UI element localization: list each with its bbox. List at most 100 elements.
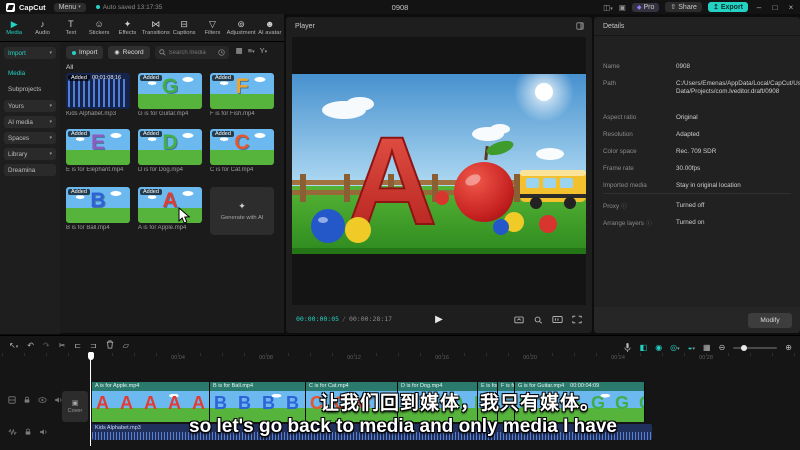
media-grid-area: Import ◉Record ▦ ≡▾ Y▾ All Added 00:01:0… <box>60 42 284 334</box>
quality-icon[interactable] <box>552 315 563 324</box>
play-button[interactable]: ▶ <box>435 314 443 325</box>
split-button[interactable]: ✂ <box>59 341 66 350</box>
sidebar-item-ai-media[interactable]: AI media ▾ <box>4 116 56 128</box>
preview-axis-toggle[interactable]: ◒▾ <box>688 343 695 352</box>
all-filter-label[interactable]: All <box>66 64 73 71</box>
detail-value-proxy[interactable]: Turned off <box>676 202 792 210</box>
detail-value-aspect-ratio[interactable]: Original <box>676 114 792 122</box>
delete-left-button[interactable]: ⊏ <box>74 341 81 350</box>
zoom-out-button[interactable]: ⊖ <box>719 343 726 352</box>
added-badge: Added <box>68 131 90 137</box>
expand-panel-icon[interactable] <box>576 22 584 30</box>
zoom-in-button[interactable]: ⊕ <box>785 343 792 352</box>
sidebar-item-spaces[interactable]: Spaces ▾ <box>4 132 56 144</box>
adjustment-icon: ⊚ <box>237 19 245 29</box>
media-item-a-apple[interactable]: Added A A is for Apple.mp4 <box>138 187 202 231</box>
timeline-zoom-slider[interactable] <box>733 344 778 351</box>
playhead-handle[interactable] <box>87 352 94 360</box>
history-clock-icon[interactable] <box>217 49 225 56</box>
detail-value-path: C:/Users/Emenas/AppData/Local/CapCut/Use… <box>676 80 800 95</box>
generate-with-ai-tile[interactable]: ✦ Generate with AI <box>210 187 274 235</box>
media-item-e-elephant[interactable]: Added E E is for Elephant.mp4 <box>66 129 130 173</box>
sidebar-item-media[interactable]: Media <box>4 67 56 79</box>
tab-stickers[interactable]: ☺ Stickers <box>85 19 113 36</box>
undo-button[interactable]: ↶ <box>27 341 34 350</box>
tab-text[interactable]: T Text <box>57 19 85 36</box>
export-button[interactable]: ↥ Export <box>707 2 748 12</box>
capcut-logo-icon <box>6 2 15 12</box>
search-field[interactable] <box>154 46 229 59</box>
maximize-button[interactable]: □ <box>770 3 780 12</box>
media-item-c-cat[interactable]: Added C C is for Cat.mp4 <box>210 129 274 173</box>
timeline-ruler[interactable]: 00:04 00:08 00:12 00:16 00:20 00:24 00:2… <box>0 353 800 364</box>
detail-value-frame-rate[interactable]: 30.00fps <box>676 165 792 173</box>
sidebar-item-yours[interactable]: Yours ▾ <box>4 100 56 112</box>
tab-captions[interactable]: ⊟ Captions <box>170 19 198 36</box>
detail-value-resolution[interactable]: Adapted <box>676 131 792 139</box>
detail-label-name: Name <box>603 63 620 70</box>
focus-icon[interactable] <box>533 315 543 324</box>
zoom-slider-knob[interactable] <box>741 344 748 351</box>
detail-label-imported-media: Imported media <box>603 182 647 189</box>
minimize-button[interactable]: – <box>754 3 764 12</box>
ratio-icon[interactable] <box>514 315 524 324</box>
detail-value-arrange-layers[interactable]: Turned on <box>676 219 792 227</box>
sort-icon[interactable]: ≡▾ <box>248 46 255 59</box>
select-tool[interactable]: ↖▾ <box>9 341 18 350</box>
pro-button[interactable]: ◆ Pro <box>631 2 660 12</box>
share-button[interactable]: ⇧ Share <box>665 2 702 12</box>
sidebar-item-library[interactable]: Library ▾ <box>4 148 56 160</box>
microphone-icon[interactable] <box>623 342 632 353</box>
tab-adjustment[interactable]: ⊚ Adjustment <box>227 19 256 36</box>
detail-value-color-space[interactable]: Rec. 709 SDR <box>676 148 792 156</box>
search-input[interactable] <box>168 49 215 56</box>
delete-right-button[interactable]: ⊐ <box>90 341 97 350</box>
detail-label-color-space: Color space <box>603 148 637 155</box>
detail-value-imported-media[interactable]: Stay in original location <box>676 182 792 190</box>
media-item-kids-alphabet[interactable]: Added 00:01:08:16 Kids Alphabet.mp3 <box>66 73 130 117</box>
cover-selector[interactable]: ▣ Cover <box>62 391 88 422</box>
filter-icon[interactable]: Y▾ <box>260 46 268 59</box>
tab-transitions[interactable]: ⋈ Transitions <box>142 19 170 36</box>
sidebar-item-dreamina[interactable]: Dreamina <box>4 164 56 176</box>
redo-button[interactable]: ↷ <box>43 341 50 350</box>
tab-ai-avatar[interactable]: ☻ AI avatar <box>256 19 284 36</box>
crop-button[interactable]: ▱ <box>123 341 129 350</box>
tab-effects[interactable]: ✦ Effects <box>113 19 141 36</box>
mute-speaker-icon[interactable] <box>39 428 48 436</box>
modify-button[interactable]: Modify <box>748 313 792 328</box>
tab-media[interactable]: ▶ Media <box>0 19 28 36</box>
layout-icon[interactable]: ◫▾ <box>603 3 613 12</box>
record-button[interactable]: ◉ Record <box>108 46 150 59</box>
playhead[interactable] <box>87 352 94 446</box>
grid-view-icon[interactable]: ▦ <box>236 46 243 59</box>
magnet-toggle[interactable]: ◧ <box>640 343 648 352</box>
menu-button[interactable]: Menu ▾ <box>53 2 86 12</box>
preview-quality-icon[interactable]: ▦ <box>703 343 711 352</box>
sidebar-item-import[interactable]: Import ▾ <box>4 47 56 59</box>
details-panel: Details Name 0908 Path C:/Users/Emenas/A… <box>594 17 800 333</box>
video-preview[interactable]: A <box>292 74 586 254</box>
fullscreen-icon[interactable] <box>572 315 582 324</box>
import-button[interactable]: Import <box>66 46 104 59</box>
added-badge: Added <box>140 189 162 195</box>
media-item-f-fish[interactable]: Added F F is for Fish.mp4 <box>210 73 274 117</box>
eye-icon[interactable] <box>38 396 47 404</box>
delete-button[interactable] <box>106 340 114 351</box>
track-options-icon[interactable] <box>8 396 16 404</box>
panel-toggle-icon[interactable]: ▣ <box>619 3 626 12</box>
details-footer: Modify <box>594 307 800 333</box>
linking-toggle[interactable]: ◎▾ <box>670 343 680 352</box>
snapping-toggle[interactable]: ◉ <box>655 343 662 352</box>
tab-filters[interactable]: ▽ Filters <box>198 19 226 36</box>
sidebar-item-subprojects[interactable]: Subprojects <box>4 83 56 95</box>
chevron-down-icon: ▾ <box>49 119 52 125</box>
media-item-g-guitar[interactable]: Added G G is for Guitar.mp4 <box>138 73 202 117</box>
close-button[interactable]: × <box>786 3 796 12</box>
tab-audio[interactable]: ♪ Audio <box>28 19 56 36</box>
lock-icon[interactable] <box>24 428 32 436</box>
media-item-d-dog[interactable]: Added D D is for Dog.mp4 <box>138 129 202 173</box>
lock-icon[interactable] <box>23 396 31 404</box>
project-title: 0908 <box>391 2 409 12</box>
media-item-b-ball[interactable]: Added B B is for Ball.mp4 <box>66 187 130 231</box>
